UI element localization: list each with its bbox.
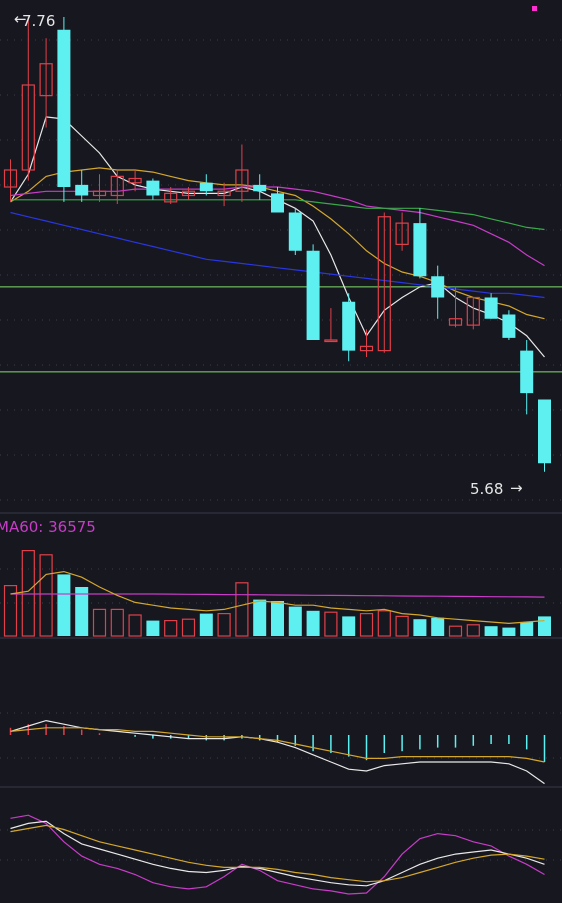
volume-bar-up: [92, 608, 107, 637]
trend-blue-line: [10, 211, 545, 299]
volume-bars: [3, 549, 551, 637]
volume-bar-up: [164, 619, 178, 637]
candle-body-down: [57, 29, 71, 187]
volume-bar-down: [342, 616, 356, 636]
volume-bar-down: [253, 599, 267, 636]
macd-dea-line: [10, 727, 545, 763]
volume-bar-down: [413, 619, 427, 636]
candle-body-down: [342, 301, 356, 351]
volume-bar-up: [235, 582, 249, 637]
volume-bar-up: [128, 614, 142, 637]
candle-body-down: [538, 399, 551, 464]
stock-chart: 7.76 ← 5.68 → MA60: 36575: [0, 6, 562, 895]
candlestick-series: [3, 17, 551, 472]
volume-bar-up: [324, 611, 338, 637]
kdj-j-line: [10, 814, 545, 895]
volume-bar-down: [146, 620, 160, 636]
volume-bar-up: [359, 612, 374, 637]
candle-body-down: [75, 184, 89, 196]
candle-body-down: [146, 180, 160, 196]
candle-body-down: [306, 250, 320, 340]
pane-separators: [0, 512, 562, 788]
ma-white-line: [9, 116, 545, 358]
volume-bar-down: [484, 626, 498, 636]
candle-body-down: [520, 350, 534, 394]
volume-bar-down: [538, 616, 551, 636]
candle-body-down: [288, 212, 302, 251]
volume-bar-down: [431, 617, 445, 636]
volume-bar-up: [395, 615, 409, 637]
volume-bar-down: [57, 574, 71, 636]
volume-bar-down: [271, 601, 284, 636]
high-price-arrow: ←: [14, 10, 27, 28]
candle-body-down: [502, 314, 516, 338]
volume-bar-down: [520, 622, 534, 636]
macd-dif-line: [10, 719, 545, 785]
volume-bar-up: [21, 549, 35, 637]
volume-bar-down: [199, 613, 213, 636]
volume-bar-up: [217, 612, 231, 637]
low-price-arrow: →: [510, 479, 523, 497]
volume-bar-down: [502, 627, 516, 636]
support-lines: [0, 286, 562, 373]
volume-bar-up: [466, 624, 480, 637]
candle-body-down: [199, 182, 213, 192]
grid-lines: [0, 39, 562, 861]
candle-body-down: [253, 184, 267, 192]
volume-bar-down: [306, 610, 320, 636]
volume-bar-up: [181, 618, 196, 637]
candle-body-down: [484, 297, 498, 319]
volume-bar-down: [288, 606, 302, 636]
candle-body-down: [413, 223, 427, 277]
volume-bar-up: [377, 610, 391, 637]
volume-ma60-label: MA60: 36575: [0, 518, 96, 536]
volume-bar-up: [448, 625, 463, 637]
candle-body-down: [271, 193, 284, 213]
kdj-pane: [10, 814, 545, 895]
volume-ma-magenta-line: [10, 593, 545, 598]
high-price-label: 7.76: [22, 12, 55, 30]
volume-bar-up: [110, 608, 124, 637]
price-moving-averages: [9, 116, 545, 358]
low-price-label: 5.68: [470, 480, 503, 498]
candle-body-down: [431, 276, 445, 298]
macd-pane: [9, 719, 546, 785]
candle-body-up: [324, 339, 338, 343]
kdj-k-line: [10, 820, 545, 887]
corner-marker: [532, 6, 537, 11]
volume-bar-up: [39, 554, 53, 637]
